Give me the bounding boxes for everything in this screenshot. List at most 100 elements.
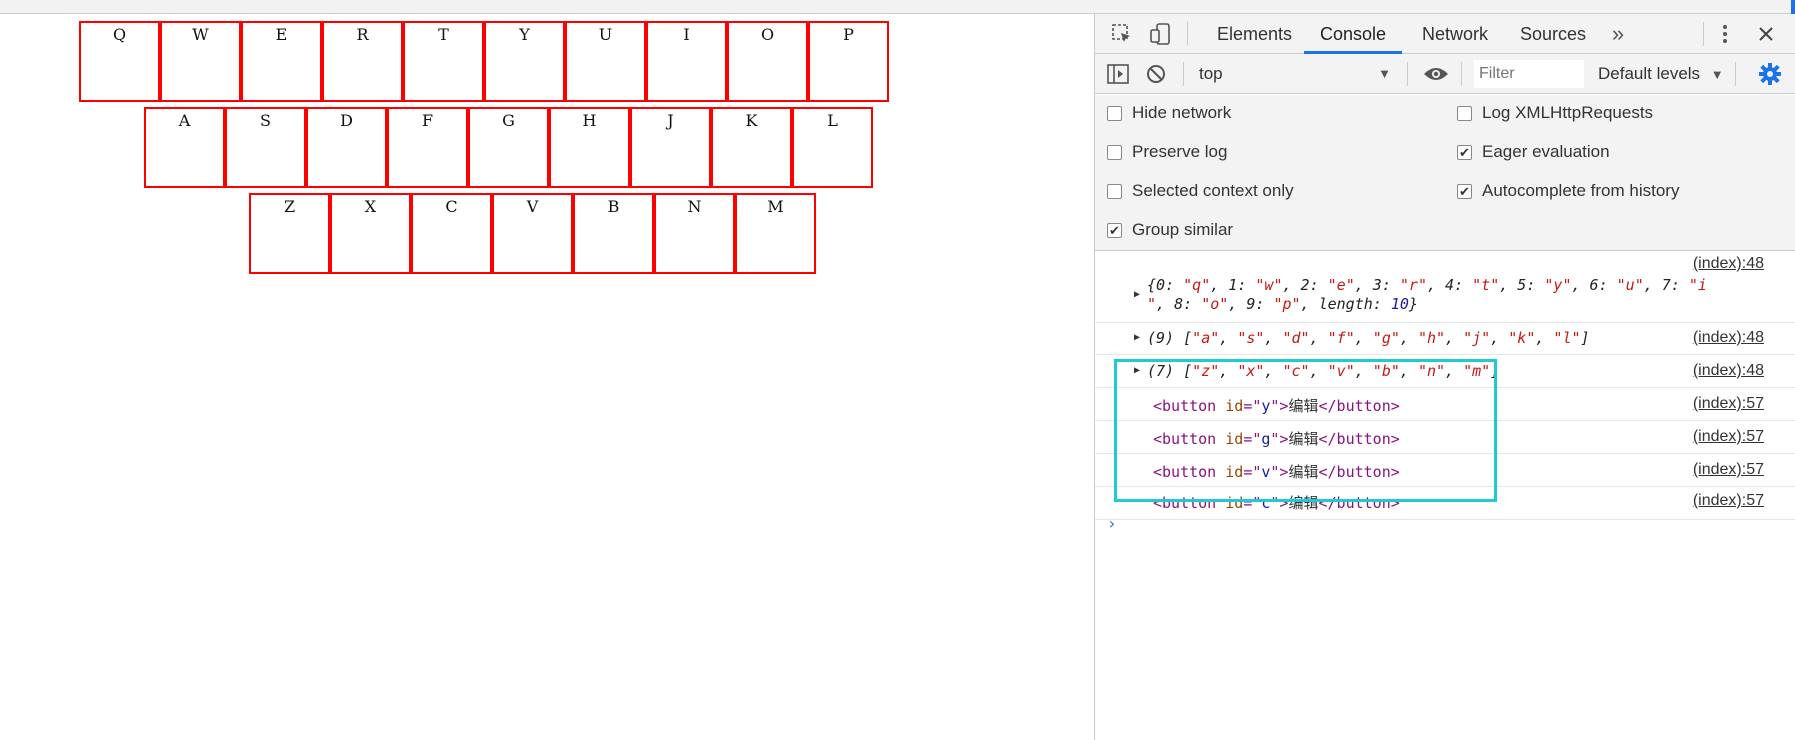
console-output: (index):48 ▶ {0: "q", 1: "w", 2: "e", 3:… <box>1095 252 1795 740</box>
option-selected-context-only[interactable]: Selected context only <box>1107 174 1294 208</box>
source-link[interactable]: (index):48 <box>1693 255 1764 273</box>
checkbox-icon[interactable] <box>1107 105 1122 121</box>
key-a[interactable]: A <box>144 107 225 188</box>
checkbox-icon[interactable] <box>1457 105 1472 121</box>
console-toolbar: top ▼ Default levels ▼ <box>1095 54 1795 94</box>
expand-triangle-icon[interactable]: ▶ <box>1134 332 1140 343</box>
option-autocomplete-from-history[interactable]: ✔ Autocomplete from history <box>1457 174 1679 208</box>
key-row-2: A S D F G H J K L <box>144 107 873 188</box>
option-label: Eager evaluation <box>1482 142 1610 161</box>
device-toolbar-icon[interactable] <box>1145 14 1175 54</box>
close-icon[interactable] <box>1753 14 1779 54</box>
eye-icon[interactable] <box>1421 54 1451 94</box>
key-n[interactable]: N <box>654 193 735 274</box>
option-label: Autocomplete from history <box>1482 181 1680 200</box>
checkbox-icon[interactable] <box>1107 144 1122 160</box>
checkbox-checked-icon[interactable]: ✔ <box>1457 183 1472 199</box>
key-j[interactable]: J <box>630 107 711 188</box>
default-levels-label: Default levels <box>1598 64 1701 83</box>
toolbar-separator <box>1183 62 1184 86</box>
console-message: ▶ (9) ["a", "s", "d", "f", "g", "h", "j"… <box>1095 323 1795 355</box>
checkbox-checked-icon[interactable]: ✔ <box>1107 222 1122 238</box>
toolbar-separator <box>1735 62 1736 86</box>
tab-elements[interactable]: Elements <box>1201 14 1308 54</box>
context-select-value: top <box>1199 64 1223 83</box>
chevron-down-icon: ▼ <box>1710 67 1724 82</box>
filter-input[interactable] <box>1474 60 1584 88</box>
devtools-panel: Elements Console Network Sources » top ▼ <box>1094 14 1795 740</box>
toolbar-separator <box>1461 62 1462 86</box>
source-link[interactable]: (index):48 <box>1693 329 1764 347</box>
key-y[interactable]: Y <box>484 21 565 102</box>
more-tabs-icon[interactable]: » <box>1607 14 1629 54</box>
key-l[interactable]: L <box>792 107 873 188</box>
key-r[interactable]: R <box>322 21 403 102</box>
key-t[interactable]: T <box>403 21 484 102</box>
inspect-element-icon[interactable] <box>1107 14 1137 54</box>
chevron-down-icon: ▼ <box>1378 66 1391 81</box>
context-select[interactable]: top ▼ <box>1199 58 1399 90</box>
devtools-tab-bar: Elements Console Network Sources » <box>1095 14 1795 54</box>
option-label: Hide network <box>1132 103 1232 122</box>
tab-separator <box>1187 22 1188 46</box>
option-hide-network[interactable]: Hide network <box>1107 96 1231 130</box>
option-eager-evaluation[interactable]: ✔ Eager evaluation <box>1457 135 1610 169</box>
default-levels-select[interactable]: Default levels ▼ <box>1598 54 1724 94</box>
toolbar-separator <box>1407 62 1408 86</box>
option-label: Preserve log <box>1132 142 1228 161</box>
key-z[interactable]: Z <box>249 193 330 274</box>
key-v[interactable]: V <box>492 193 573 274</box>
console-message: (index):48 ▶ {0: "q", 1: "w", 2: "e", 3:… <box>1095 252 1795 323</box>
object-preview-line-1[interactable]: {0: "q", 1: "w", 2: "e", 3: "r", 4: "t",… <box>1147 276 1707 294</box>
key-row-1: Q W E R T Y U I O P <box>79 21 889 102</box>
option-log-xmlhttprequests[interactable]: Log XMLHttpRequests <box>1457 96 1653 130</box>
key-x[interactable]: X <box>330 193 411 274</box>
option-label: Selected context only <box>1132 181 1294 200</box>
tab-sources[interactable]: Sources <box>1504 14 1602 54</box>
checkbox-checked-icon[interactable]: ✔ <box>1457 144 1472 160</box>
key-s[interactable]: S <box>225 107 306 188</box>
option-group-similar[interactable]: ✔ Group similar <box>1107 213 1233 247</box>
option-preserve-log[interactable]: Preserve log <box>1107 135 1227 169</box>
key-m[interactable]: M <box>735 193 816 274</box>
console-prompt-icon[interactable]: › <box>1107 514 1117 533</box>
key-k[interactable]: K <box>711 107 792 188</box>
key-i[interactable]: I <box>646 21 727 102</box>
key-row-3: Z X C V B N M <box>249 193 816 274</box>
object-preview-line-2[interactable]: ", 8: "o", 9: "p", length: 10} <box>1147 295 1418 313</box>
highlight-box <box>1114 359 1497 502</box>
source-link[interactable]: (index):57 <box>1693 395 1764 413</box>
key-b[interactable]: B <box>573 193 654 274</box>
source-link[interactable]: (index):48 <box>1693 362 1764 380</box>
kebab-menu-icon[interactable] <box>1715 14 1735 54</box>
key-q[interactable]: Q <box>79 21 160 102</box>
key-p[interactable]: P <box>808 21 889 102</box>
checkbox-icon[interactable] <box>1107 183 1122 199</box>
expand-triangle-icon[interactable]: ▶ <box>1134 289 1140 300</box>
keyboard-page: Q W E R T Y U I O P A S D F G H J K L Z … <box>0 14 1094 740</box>
gear-icon[interactable] <box>1757 54 1783 94</box>
key-u[interactable]: U <box>565 21 646 102</box>
option-label: Group similar <box>1132 220 1234 239</box>
source-link[interactable]: (index):57 <box>1693 428 1764 446</box>
key-g[interactable]: G <box>468 107 549 188</box>
key-w[interactable]: W <box>160 21 241 102</box>
source-link[interactable]: (index):57 <box>1693 492 1764 510</box>
sidebar-toggle-icon[interactable] <box>1105 54 1131 94</box>
key-f[interactable]: F <box>387 107 468 188</box>
tab-separator <box>1703 22 1704 46</box>
tab-network[interactable]: Network <box>1406 14 1504 54</box>
array-preview[interactable]: (9) ["a", "s", "d", "f", "g", "h", "j", … <box>1147 329 1590 347</box>
key-c[interactable]: C <box>411 193 492 274</box>
key-e[interactable]: E <box>241 21 322 102</box>
tab-console[interactable]: Console <box>1304 14 1403 54</box>
console-settings-pane: Hide network Log XMLHttpRequests Preserv… <box>1095 95 1795 251</box>
clear-console-icon[interactable] <box>1143 54 1169 94</box>
key-h[interactable]: H <box>549 107 630 188</box>
option-label: Log XMLHttpRequests <box>1482 103 1654 122</box>
key-d[interactable]: D <box>306 107 387 188</box>
browser-top-bar <box>0 0 1795 14</box>
top-bar-accent <box>1791 0 1795 14</box>
key-o[interactable]: O <box>727 21 808 102</box>
source-link[interactable]: (index):57 <box>1693 461 1764 479</box>
